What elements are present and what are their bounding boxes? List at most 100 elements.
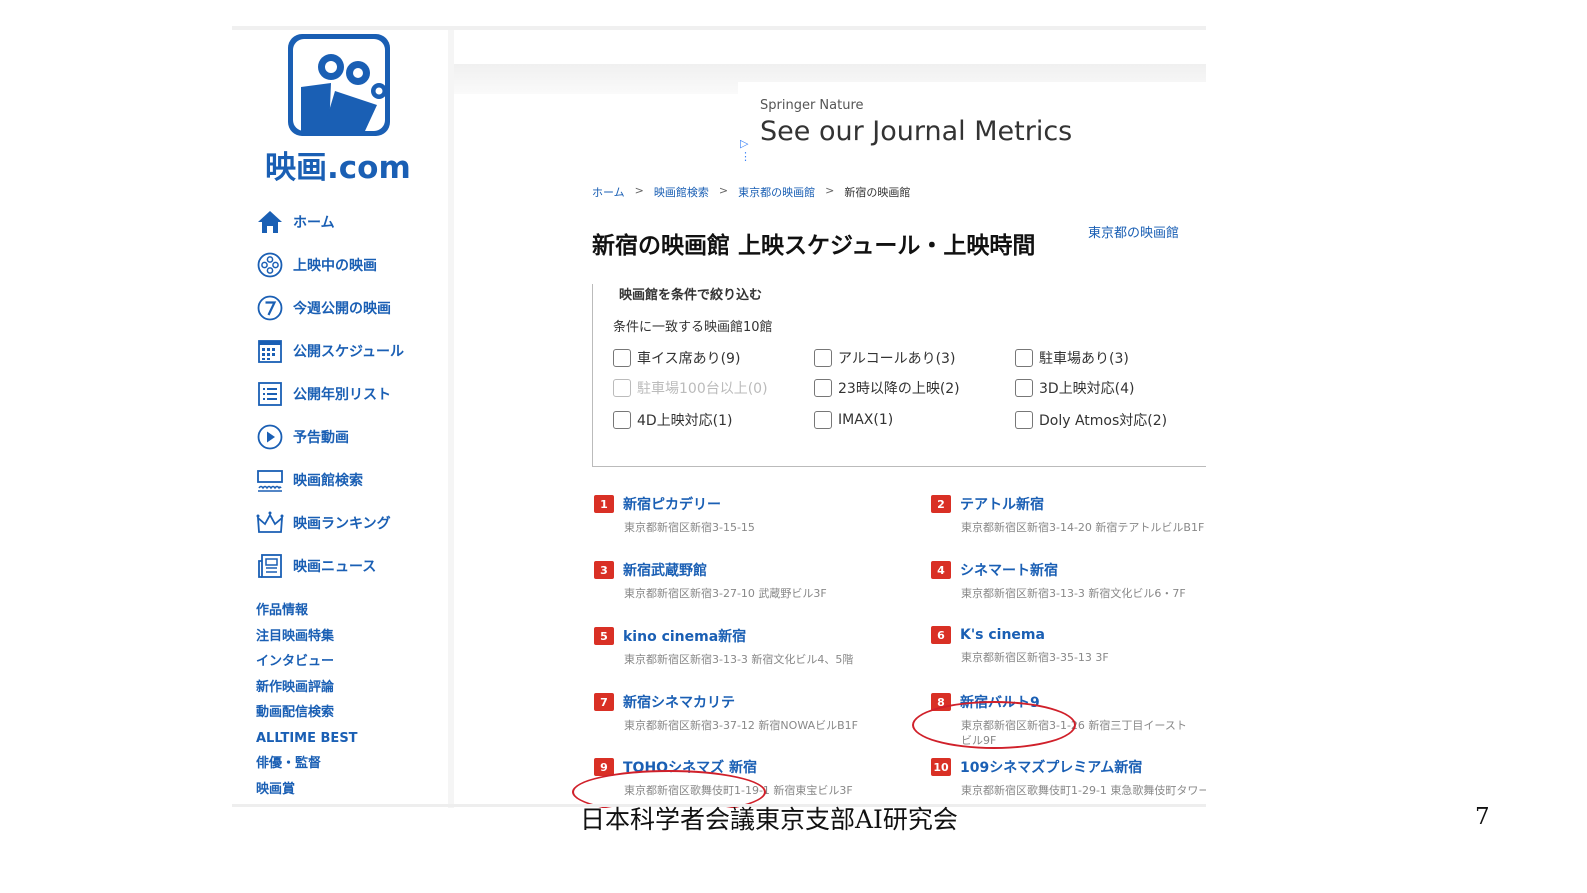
theater-name[interactable]: 新宿シネマカリテ	[623, 692, 735, 712]
sub-link-works[interactable]: 作品情報	[256, 598, 358, 624]
nav-label: ホーム	[293, 214, 335, 231]
theater-link[interactable]: 4 シネマート新宿	[931, 560, 1206, 580]
filter-imax[interactable]: IMAX(1)	[814, 410, 1015, 430]
filter-late-show[interactable]: 23時以降の上映(2)	[814, 378, 1015, 398]
ad-banner[interactable]: Springer Nature See our Journal Metrics …	[738, 82, 1206, 166]
checkbox[interactable]	[1015, 379, 1033, 397]
sub-link-awards[interactable]: 映画賞	[256, 777, 358, 803]
breadcrumb-separator: >	[634, 184, 644, 197]
browser-screenshot: 映画.com ホーム 上映中の映画 今週公開の映画 公開スケジュール 公開年別リ…	[232, 26, 1206, 808]
nav-home[interactable]: ホーム	[256, 200, 404, 243]
theater-link[interactable]: 10 109シネマズプレミアム新宿	[931, 757, 1206, 777]
filter-4d[interactable]: 4D上映対応(1)	[613, 410, 814, 430]
theater-address: 東京都新宿区新宿3-15-15	[624, 521, 755, 534]
nav-label: 公開スケジュール	[293, 343, 405, 360]
checkbox-label: 3D上映対応(4)	[1039, 381, 1135, 397]
logo-text: 映画.com	[265, 150, 411, 186]
adchoices-icon[interactable]: ▷ ⋮	[740, 137, 751, 163]
theater-name[interactable]: kino cinema新宿	[623, 626, 746, 646]
sub-links: 作品情報 注目映画特集 インタビュー 新作映画評論 動画配信検索 ALLTIME…	[256, 598, 358, 802]
theater-address: 東京都新宿区新宿3-13-3 新宿文化ビル4、5階	[624, 653, 854, 666]
nav-news[interactable]: 映画ニュース	[256, 544, 404, 587]
filter-row: 駐車場100台以上(0) 23時以降の上映(2) 3D上映対応(4)	[613, 378, 1206, 398]
theater-name[interactable]: 109シネマズプレミアム新宿	[960, 757, 1142, 777]
nav-schedule[interactable]: 公開スケジュール	[256, 329, 404, 372]
rank-badge: 1	[594, 495, 614, 513]
filter-alcohol[interactable]: アルコールあり(3)	[814, 348, 1015, 368]
sub-link-alltime[interactable]: ALLTIME BEST	[256, 726, 358, 752]
seven-icon	[256, 294, 284, 322]
checkbox[interactable]	[814, 379, 832, 397]
breadcrumb-theater-search[interactable]: 映画館検索	[654, 184, 709, 200]
filter-parking[interactable]: 駐車場あり(3)	[1015, 348, 1206, 368]
nav-this-week[interactable]: 今週公開の映画	[256, 286, 404, 329]
theater-link[interactable]: 7 新宿シネマカリテ	[594, 692, 924, 712]
list-icon	[256, 380, 284, 408]
filter-count: 条件に一致する映画館10館	[613, 320, 773, 335]
sub-link-interview[interactable]: インタビュー	[256, 649, 358, 675]
nav-ranking[interactable]: 映画ランキング	[256, 501, 404, 544]
red-annotation-circle	[912, 701, 1076, 749]
breadcrumb-tokyo[interactable]: 東京都の映画館	[738, 184, 815, 200]
checkbox[interactable]	[1015, 411, 1033, 429]
breadcrumb-home[interactable]: ホーム	[592, 184, 625, 200]
filter-panel: 映画館を条件で絞り込む 条件に一致する映画館10館 車イス席あり(9) アルコー…	[592, 284, 1206, 467]
theater-name[interactable]: シネマート新宿	[960, 560, 1058, 580]
ad-title[interactable]: See our Journal Metrics	[760, 116, 1072, 147]
nav-label: 映画館検索	[293, 472, 363, 489]
tokyo-theaters-link[interactable]: 東京都の映画館	[1088, 222, 1179, 241]
top-band	[454, 30, 1206, 64]
theater-name[interactable]: テアトル新宿	[960, 494, 1044, 514]
nav-label: 予告動画	[293, 429, 349, 446]
checkbox-label: 駐車場100台以上(0)	[637, 381, 768, 397]
theater-name[interactable]: K's cinema	[960, 627, 1045, 643]
sub-link-features[interactable]: 注目映画特集	[256, 624, 358, 650]
theater-address: 東京都新宿区新宿3-27-10 武蔵野ビル3F	[624, 587, 827, 600]
theater-link[interactable]: 3 新宿武蔵野館	[594, 560, 924, 580]
theater-name[interactable]: 新宿ピカデリー	[623, 494, 721, 514]
nav-theater-search[interactable]: 映画館検索	[256, 458, 404, 501]
checkbox[interactable]	[613, 349, 631, 367]
theater-item: 6 K's cinema 東京都新宿区新宿3-35-13 3F	[931, 626, 1206, 665]
sub-link-streaming[interactable]: 動画配信検索	[256, 700, 358, 726]
sub-link-people[interactable]: 俳優・監督	[256, 751, 358, 777]
main-nav: ホーム 上映中の映画 今週公開の映画 公開スケジュール 公開年別リスト 予告動画…	[256, 200, 404, 587]
checkbox-label: 駐車場あり(3)	[1039, 351, 1129, 367]
rank-badge: 6	[931, 626, 951, 644]
filter-row: 車イス席あり(9) アルコールあり(3) 駐車場あり(3)	[613, 348, 1206, 368]
filter-3d[interactable]: 3D上映対応(4)	[1015, 378, 1206, 398]
breadcrumb-separator: >	[825, 184, 835, 197]
news-icon	[256, 552, 284, 580]
sub-link-reviews[interactable]: 新作映画評論	[256, 675, 358, 701]
theater-link[interactable]: 2 テアトル新宿	[931, 494, 1206, 514]
theater-item: 4 シネマート新宿 東京都新宿区新宿3-13-3 新宿文化ビル6・7F	[931, 560, 1206, 601]
nav-now-showing[interactable]: 上映中の映画	[256, 243, 404, 286]
filter-wheelchair[interactable]: 車イス席あり(9)	[613, 348, 814, 368]
rank-badge: 3	[594, 561, 614, 579]
theater-address: 東京都新宿区新宿3-13-3 新宿文化ビル6・7F	[961, 587, 1186, 600]
checkbox-label: 23時以降の上映(2)	[838, 381, 960, 397]
theater-link[interactable]: 5 kino cinema新宿	[594, 626, 924, 646]
theater-item: 7 新宿シネマカリテ 東京都新宿区新宿3-37-12 新宿NOWAビルB1F	[594, 692, 924, 733]
nav-label: 映画ランキング	[293, 515, 391, 532]
theater-link[interactable]: 6 K's cinema	[931, 626, 1206, 644]
film-reel-icon	[256, 251, 284, 279]
theater-link[interactable]: 1 新宿ピカデリー	[594, 494, 924, 514]
theater-item: 1 新宿ピカデリー 東京都新宿区新宿3-15-15	[594, 494, 924, 535]
theater-address: 東京都新宿区歌舞伎町1-29-1 東急歌舞伎町タワー9・10F	[961, 784, 1206, 797]
checkbox-label: Doly Atmos対応(2)	[1039, 413, 1168, 429]
eiga-logo[interactable]	[288, 34, 390, 136]
nav-year-list[interactable]: 公開年別リスト	[256, 372, 404, 415]
checkbox[interactable]	[814, 349, 832, 367]
checkbox[interactable]	[814, 411, 832, 429]
crown-icon	[256, 509, 284, 537]
breadcrumb-separator: >	[718, 184, 729, 197]
nav-trailers[interactable]: 予告動画	[256, 415, 404, 458]
theater-name[interactable]: 新宿武蔵野館	[623, 560, 707, 580]
filter-dolby-atmos[interactable]: Doly Atmos対応(2)	[1015, 410, 1206, 430]
checkbox[interactable]	[613, 411, 631, 429]
theater-address: 東京都新宿区新宿3-37-12 新宿NOWAビルB1F	[624, 719, 858, 732]
play-icon	[256, 423, 284, 451]
checkbox	[613, 379, 631, 397]
checkbox[interactable]	[1015, 349, 1033, 367]
